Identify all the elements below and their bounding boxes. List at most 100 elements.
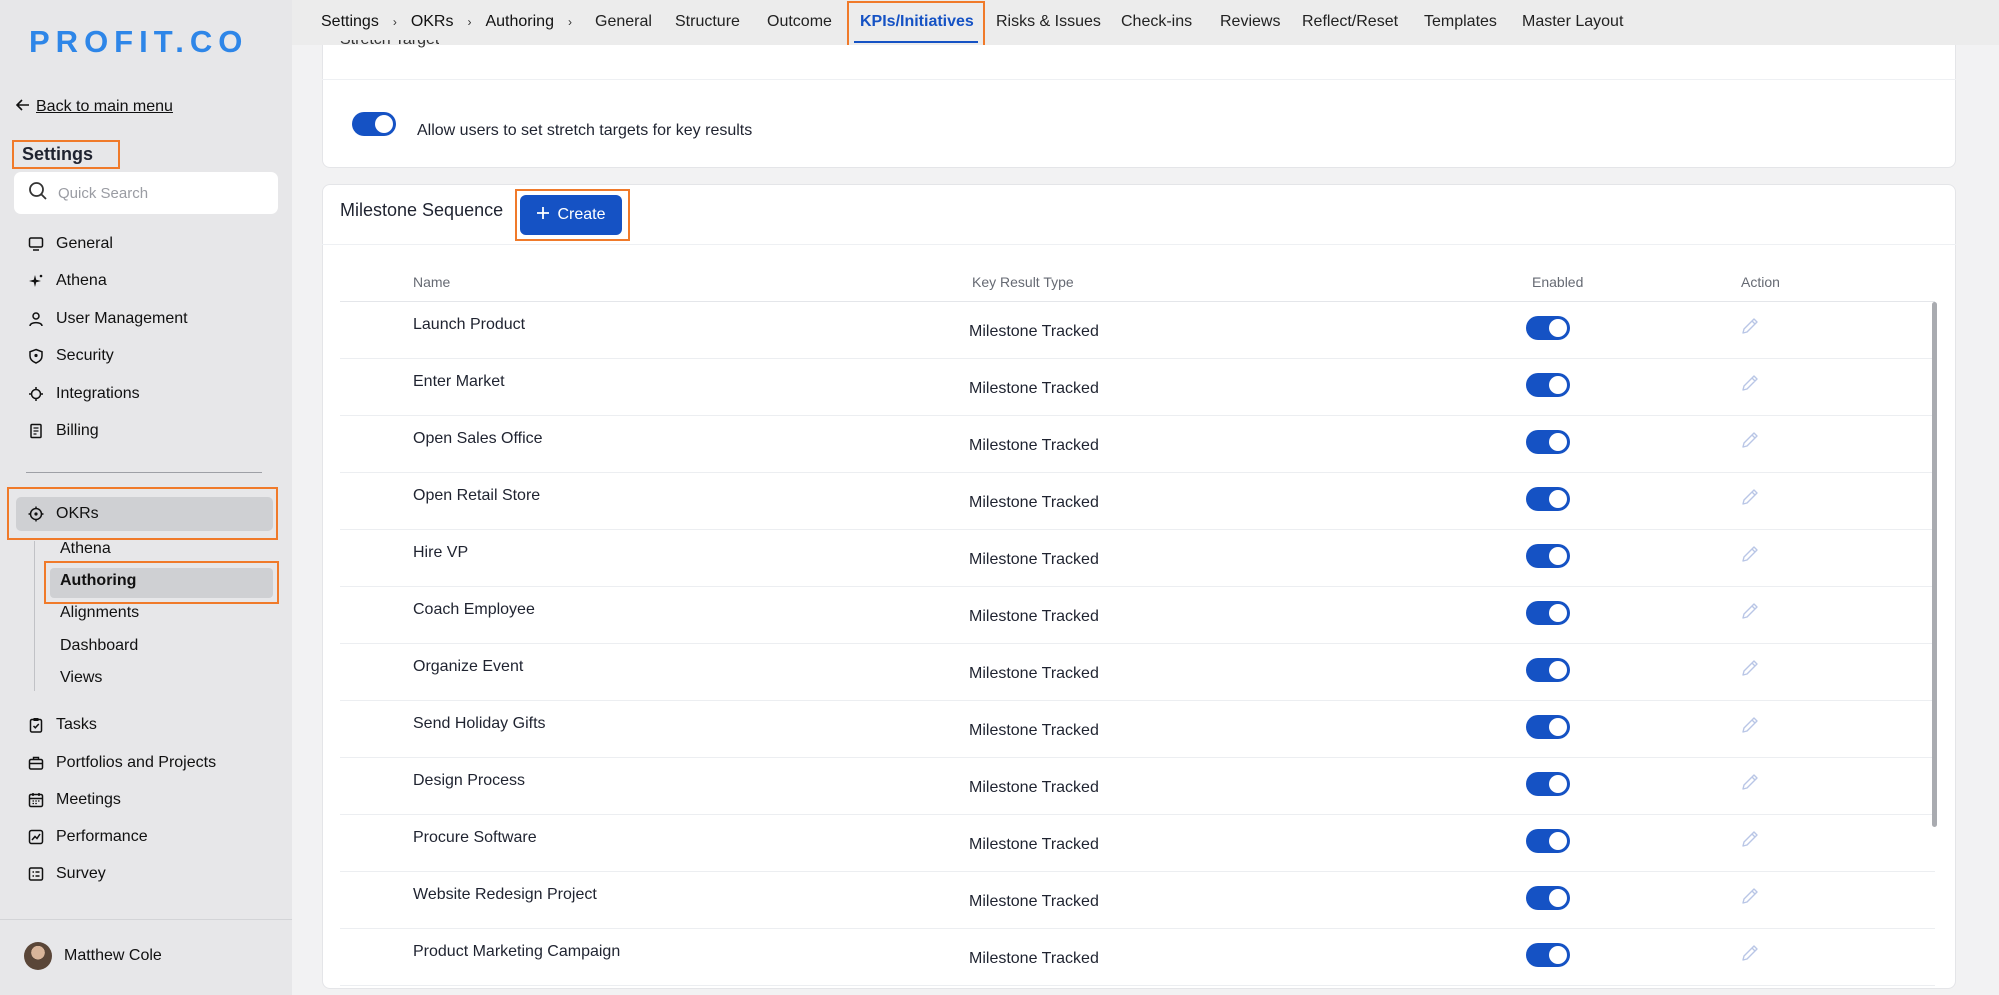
table-row: Organize Event Milestone Tracked bbox=[340, 644, 1935, 701]
edit-pencil-icon[interactable] bbox=[1739, 543, 1761, 565]
okr-subitem-dashboard[interactable]: Dashboard bbox=[60, 637, 138, 655]
sidebar-item-label: Tasks bbox=[56, 716, 97, 733]
key-result-type: Milestone Tracked bbox=[969, 323, 1099, 340]
column-header-enabled: Enabled bbox=[1532, 274, 1584, 290]
enabled-toggle[interactable] bbox=[1526, 943, 1570, 967]
edit-pencil-icon[interactable] bbox=[1739, 657, 1761, 679]
chevron-right-icon: › bbox=[567, 15, 572, 29]
edit-pencil-icon[interactable] bbox=[1739, 600, 1761, 622]
sidebar-item-general[interactable]: General bbox=[28, 229, 113, 259]
submenu-guide-line bbox=[34, 541, 35, 691]
sidebar-item-performance[interactable]: Performance bbox=[28, 822, 148, 852]
sidebar-item-billing[interactable]: Billing bbox=[28, 416, 99, 446]
breadcrumb: Settings › OKRs › Authoring › bbox=[321, 13, 586, 31]
sidebar-item-tasks[interactable]: Tasks bbox=[28, 710, 97, 740]
user-profile[interactable]: Matthew Cole bbox=[24, 942, 162, 970]
table-scrollbar[interactable] bbox=[1932, 302, 1937, 827]
search-icon bbox=[28, 181, 48, 206]
edit-pencil-icon[interactable] bbox=[1739, 372, 1761, 394]
sidebar-divider bbox=[26, 472, 262, 473]
milestone-sequence-title: Milestone Sequence bbox=[340, 200, 504, 220]
milestone-name: Coach Employee bbox=[413, 601, 535, 618]
sidebar-item-label: General bbox=[56, 235, 113, 252]
enabled-toggle[interactable] bbox=[1526, 886, 1570, 910]
profitco-logo[interactable]: PROFIT.CO bbox=[29, 24, 248, 60]
edit-pencil-icon[interactable] bbox=[1739, 714, 1761, 736]
sidebar-item-label: Performance bbox=[56, 828, 148, 845]
create-button[interactable]: Create bbox=[520, 195, 622, 235]
enabled-toggle[interactable] bbox=[1526, 316, 1570, 340]
sidebar-item-portfolios-projects[interactable]: Portfolios and Projects bbox=[28, 748, 216, 778]
milestone-name: Open Sales Office bbox=[413, 430, 543, 447]
enabled-toggle[interactable] bbox=[1526, 430, 1570, 454]
enabled-toggle[interactable] bbox=[1526, 715, 1570, 739]
sidebar-item-label: Meetings bbox=[56, 791, 121, 808]
okr-subitem-authoring[interactable]: Authoring bbox=[60, 572, 136, 590]
sidebar-item-label: Integrations bbox=[56, 385, 140, 402]
enabled-toggle[interactable] bbox=[1526, 658, 1570, 682]
survey-icon bbox=[28, 866, 44, 882]
sidebar-item-integrations[interactable]: Integrations bbox=[28, 379, 140, 409]
user-divider bbox=[0, 919, 292, 920]
sidebar-item-okrs[interactable]: OKRs bbox=[28, 499, 99, 529]
back-to-main-menu-link[interactable]: Back to main menu bbox=[15, 98, 173, 116]
milestone-name: Launch Product bbox=[413, 316, 526, 333]
enabled-toggle[interactable] bbox=[1526, 601, 1570, 625]
table-row: Open Sales Office Milestone Tracked bbox=[340, 416, 1935, 473]
okr-subitem-views[interactable]: Views bbox=[60, 669, 102, 687]
table-row: Launch Product Milestone Tracked bbox=[340, 302, 1935, 359]
table-row: Product Marketing Campaign Milestone Trac… bbox=[340, 929, 1935, 986]
sparkle-icon bbox=[28, 273, 44, 289]
enabled-toggle[interactable] bbox=[1526, 373, 1570, 397]
edit-pencil-icon[interactable] bbox=[1739, 315, 1761, 337]
tab-check-ins[interactable]: Check-ins bbox=[1121, 13, 1192, 31]
clipboard-check-icon bbox=[28, 717, 44, 733]
key-result-type: Milestone Tracked bbox=[969, 551, 1099, 568]
breadcrumb-settings[interactable]: Settings bbox=[321, 13, 379, 31]
sidebar-item-user-management[interactable]: User Management bbox=[28, 304, 188, 334]
tab-reviews[interactable]: Reviews bbox=[1220, 13, 1280, 31]
table-row: Hire VP Milestone Tracked bbox=[340, 530, 1935, 587]
breadcrumb-authoring[interactable]: Authoring bbox=[485, 13, 554, 31]
edit-pencil-icon[interactable] bbox=[1739, 429, 1761, 451]
edit-pencil-icon[interactable] bbox=[1739, 486, 1761, 508]
key-result-type: Milestone Tracked bbox=[969, 950, 1099, 967]
tab-structure[interactable]: Structure bbox=[675, 13, 740, 31]
key-result-type: Milestone Tracked bbox=[969, 779, 1099, 796]
enabled-toggle[interactable] bbox=[1526, 772, 1570, 796]
okr-subitem-alignments[interactable]: Alignments bbox=[60, 604, 139, 622]
edit-pencil-icon[interactable] bbox=[1739, 942, 1761, 964]
breadcrumb-okrs[interactable]: OKRs bbox=[411, 13, 454, 31]
search-input[interactable] bbox=[58, 184, 258, 202]
edit-pencil-icon[interactable] bbox=[1739, 771, 1761, 793]
milestone-name: Hire VP bbox=[413, 544, 469, 561]
enabled-toggle[interactable] bbox=[1526, 829, 1570, 853]
tab-reflect-reset[interactable]: Reflect/Reset bbox=[1302, 13, 1398, 31]
monitor-icon bbox=[28, 236, 44, 252]
sidebar-item-survey[interactable]: Survey bbox=[28, 859, 106, 889]
tab-risks-issues[interactable]: Risks & Issues bbox=[996, 13, 1101, 31]
sidebar-item-label: Survey bbox=[56, 865, 106, 882]
sidebar: PROFIT.CO Back to main menu Settings Gen… bbox=[0, 0, 292, 995]
enabled-toggle[interactable] bbox=[1526, 487, 1570, 511]
tab-master-layout[interactable]: Master Layout bbox=[1522, 13, 1623, 31]
tab-templates[interactable]: Templates bbox=[1424, 13, 1497, 31]
edit-pencil-icon[interactable] bbox=[1739, 885, 1761, 907]
user-name: Matthew Cole bbox=[64, 947, 162, 964]
edit-pencil-icon[interactable] bbox=[1739, 828, 1761, 850]
key-result-type: Milestone Tracked bbox=[969, 665, 1099, 682]
sidebar-item-label: OKRs bbox=[56, 505, 99, 522]
tab-outcome[interactable]: Outcome bbox=[767, 13, 832, 31]
column-header-name: Name bbox=[413, 274, 451, 290]
tab-kpis-initiatives[interactable]: KPIs/Initiatives bbox=[860, 13, 974, 31]
stretch-target-toggle[interactable] bbox=[352, 112, 396, 136]
milestone-name: Procure Software bbox=[413, 829, 537, 846]
sidebar-item-security[interactable]: Security bbox=[28, 341, 114, 371]
tab-general[interactable]: General bbox=[595, 13, 652, 31]
sidebar-item-athena[interactable]: Athena bbox=[28, 266, 107, 296]
enabled-toggle[interactable] bbox=[1526, 544, 1570, 568]
okr-subitem-athena[interactable]: Athena bbox=[60, 540, 111, 558]
sidebar-item-meetings[interactable]: Meetings bbox=[28, 785, 121, 815]
quick-search[interactable] bbox=[14, 172, 278, 214]
table-row: Design Process Milestone Tracked bbox=[340, 758, 1935, 815]
